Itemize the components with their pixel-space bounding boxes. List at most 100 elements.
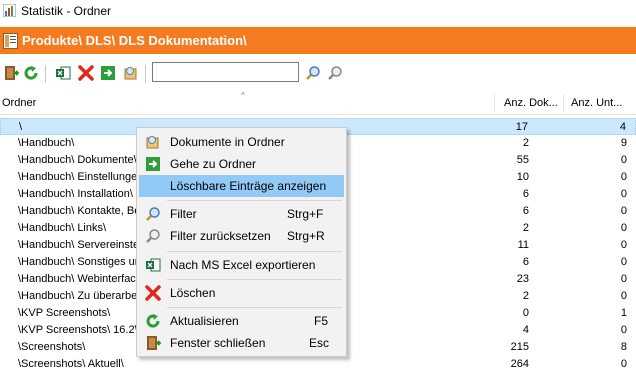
doc-count: 55 bbox=[516, 154, 529, 166]
doc-count: 0 bbox=[522, 307, 529, 319]
subfolder-count: 0 bbox=[620, 239, 627, 251]
menu-item-label: Aktualisieren bbox=[170, 314, 239, 328]
folder-name: \Handbuch\ Links\ bbox=[18, 222, 107, 234]
folder-name: \KVP Screenshots\ 16.2\ bbox=[18, 324, 138, 336]
table-row[interactable]: \Screenshots\ Aktuell\ 264 0 bbox=[0, 356, 636, 373]
refresh-icon bbox=[146, 314, 160, 328]
menu-item-label: Gehe zu Ordner bbox=[170, 157, 257, 171]
folder-name: \Handbuch\ Dokumente\ bbox=[18, 154, 137, 166]
menu-item-shortcut: Strg+F bbox=[287, 207, 324, 221]
menu-item-label: Löschen bbox=[170, 286, 216, 300]
documents-search-icon bbox=[146, 136, 159, 149]
folder-name: \Handbuch\ Sonstiges ur bbox=[18, 256, 139, 268]
doc-count: 6 bbox=[522, 256, 529, 268]
menu-item-filter[interactable]: Filter Strg+F bbox=[139, 203, 344, 225]
column-divider[interactable] bbox=[494, 94, 495, 112]
table-header: Ordner Anz. Dok... Anz. Unt... bbox=[0, 92, 636, 115]
documents-search-icon[interactable] bbox=[123, 65, 139, 81]
statistics-app-icon bbox=[3, 4, 16, 17]
subfolder-count: 0 bbox=[620, 324, 627, 336]
subfolder-count: 0 bbox=[620, 358, 627, 370]
menu-item-refresh[interactable]: Aktualisieren F5 bbox=[139, 310, 344, 332]
menu-item-label: Fenster schließen bbox=[170, 336, 266, 350]
doc-count: 10 bbox=[516, 171, 529, 183]
excel-export-icon[interactable] bbox=[55, 65, 71, 81]
folder-name: \Screenshots\ bbox=[18, 341, 86, 353]
sort-ascending-icon: ^ bbox=[241, 91, 245, 100]
excel-export-icon bbox=[146, 258, 161, 272]
doc-count: 6 bbox=[522, 205, 529, 217]
menu-item-delete[interactable]: Löschen bbox=[139, 282, 344, 304]
folder-name: \KVP Screenshots\ bbox=[18, 307, 111, 319]
reset-filter-icon bbox=[146, 229, 160, 243]
doc-count: 17 bbox=[515, 121, 528, 133]
go-to-folder-icon bbox=[146, 157, 160, 171]
filter-search-icon[interactable] bbox=[305, 65, 321, 81]
subfolder-count: 1 bbox=[620, 307, 627, 319]
close-window-door-icon[interactable] bbox=[3, 65, 19, 81]
search-input[interactable] bbox=[152, 62, 299, 82]
menu-item-label: Löschbare Einträge anzeigen bbox=[170, 179, 327, 193]
filter-search-icon bbox=[146, 207, 160, 221]
menu-separator bbox=[167, 200, 342, 201]
folder-name: \Handbuch\ Kontakte, Be bbox=[18, 205, 141, 217]
toolbar bbox=[0, 58, 636, 88]
context-menu: Dokumente in Ordner Gehe zu Ordner Lösch… bbox=[136, 127, 347, 357]
subfolder-count: 0 bbox=[620, 154, 627, 166]
menu-item-shortcut: F5 bbox=[314, 314, 329, 328]
menu-item-close-window[interactable]: Fenster schließen Esc bbox=[139, 332, 344, 354]
menu-item-shortcut: Strg+R bbox=[287, 229, 325, 243]
document-folder-icon bbox=[3, 33, 18, 49]
subfolder-count: 0 bbox=[620, 205, 627, 217]
toolbar-separator bbox=[145, 65, 146, 83]
subfolder-count: 0 bbox=[620, 171, 627, 183]
doc-count: 2 bbox=[522, 222, 529, 234]
path-bar: Produkte\ DLS\ DLS Dokumentation\ bbox=[0, 27, 636, 54]
delete-icon[interactable] bbox=[78, 65, 94, 81]
column-header-doc-count[interactable]: Anz. Dok... bbox=[504, 92, 558, 114]
menu-item-excel-export[interactable]: Nach MS Excel exportieren bbox=[139, 254, 344, 276]
menu-item-show-deletable[interactable]: Löschbare Einträge anzeigen bbox=[139, 175, 344, 197]
subfolder-count: 0 bbox=[620, 273, 627, 285]
column-header-folder[interactable]: Ordner bbox=[2, 92, 36, 114]
menu-item-label: Nach MS Excel exportieren bbox=[170, 258, 316, 272]
subfolder-count: 0 bbox=[620, 256, 627, 268]
doc-count: 215 bbox=[510, 341, 529, 353]
menu-item-label: Filter zurücksetzen bbox=[170, 229, 271, 243]
doc-count: 11 bbox=[517, 239, 529, 251]
subfolder-count: 0 bbox=[620, 290, 627, 302]
folder-name: \ bbox=[19, 121, 23, 133]
doc-count: 264 bbox=[510, 358, 529, 370]
window-title: Statistik - Ordner bbox=[21, 4, 112, 18]
folder-name: \Handbuch\ Zu überarbe bbox=[18, 290, 138, 302]
doc-count: 6 bbox=[522, 188, 529, 200]
folder-name: \Handbuch\ bbox=[18, 137, 75, 149]
folder-name: \Handbuch\ Webinterfac bbox=[18, 273, 136, 285]
folder-name: \Screenshots\ Aktuell\ bbox=[18, 358, 124, 370]
toolbar-separator bbox=[45, 65, 46, 83]
subfolder-count: 0 bbox=[620, 188, 627, 200]
subfolder-count: 9 bbox=[620, 137, 627, 149]
menu-item-reset-filter[interactable]: Filter zurücksetzen Strg+R bbox=[139, 225, 344, 247]
reset-filter-icon[interactable] bbox=[327, 65, 343, 81]
delete-icon bbox=[145, 285, 161, 301]
menu-separator bbox=[167, 279, 342, 280]
refresh-icon[interactable] bbox=[23, 65, 39, 81]
column-divider[interactable] bbox=[563, 94, 564, 112]
menu-item-documents-in-folder[interactable]: Dokumente in Ordner bbox=[139, 131, 344, 153]
menu-item-shortcut: Esc bbox=[309, 336, 330, 350]
title-bar: Statistik - Ordner bbox=[0, 0, 636, 22]
go-to-folder-icon[interactable] bbox=[100, 65, 116, 81]
folder-name: \Handbuch\ Installation\ bbox=[18, 188, 133, 200]
doc-count: 4 bbox=[522, 324, 529, 336]
doc-count: 23 bbox=[516, 273, 529, 285]
folder-name: \Handbuch\ Servereinste bbox=[18, 239, 140, 251]
menu-item-label: Filter bbox=[170, 207, 197, 221]
doc-count: 2 bbox=[522, 290, 529, 302]
menu-separator bbox=[167, 307, 342, 308]
menu-separator bbox=[167, 251, 342, 252]
menu-item-go-to-folder[interactable]: Gehe zu Ordner bbox=[139, 153, 344, 175]
column-header-subfolder-count[interactable]: Anz. Unt... bbox=[571, 92, 622, 114]
menu-item-label: Dokumente in Ordner bbox=[170, 135, 285, 149]
doc-count: 2 bbox=[522, 137, 529, 149]
